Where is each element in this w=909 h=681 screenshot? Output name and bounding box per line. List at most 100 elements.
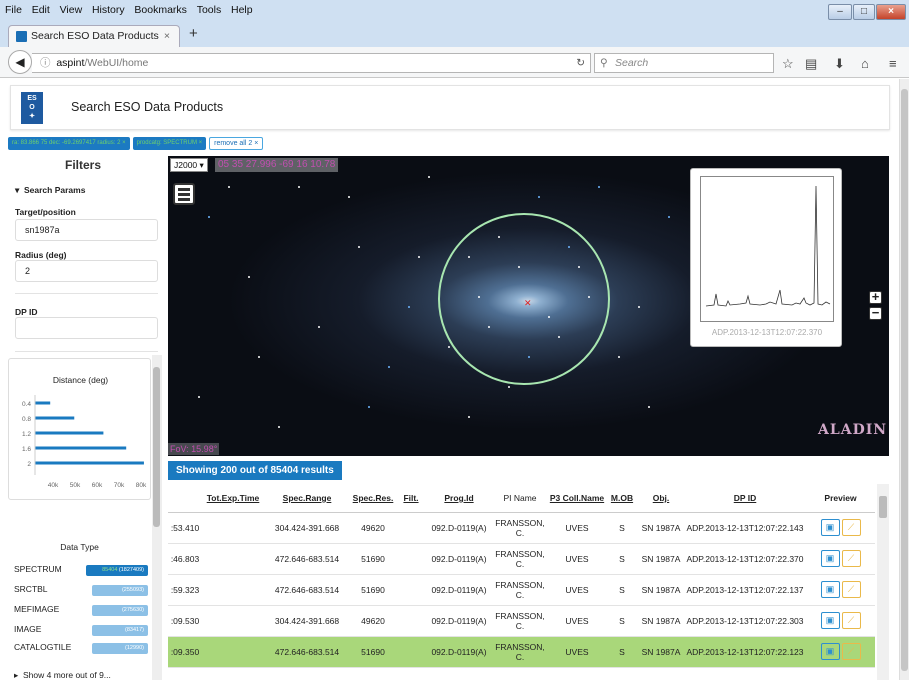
cell-obj: SN 1987A <box>638 574 684 606</box>
table-row[interactable]: :09.530 304.424-391.668 49620 092.D-0119(A)… <box>168 605 875 637</box>
data-type-title: Data Type <box>60 542 99 552</box>
browser-tab[interactable]: Search ESO Data Products × <box>8 25 180 47</box>
image-preview-icon[interactable]: ▣ <box>820 519 840 536</box>
datatype-mefimage[interactable]: MEFIMAGE (275630) <box>14 604 154 617</box>
table-row[interactable]: :46.803 472.646-683.514 51690 092.D-0119(A)… <box>168 543 875 575</box>
menu-help[interactable]: Help <box>231 0 253 20</box>
col-header-pi-name[interactable]: PI Name <box>492 484 548 513</box>
datatype-label: MEFIMAGE <box>14 604 60 614</box>
search-placeholder: Search <box>615 57 649 69</box>
menu-edit[interactable]: Edit <box>32 0 50 20</box>
search-params-toggle[interactable]: ▾ Search Params <box>15 185 85 196</box>
table-scrollbar[interactable] <box>877 484 889 680</box>
minimize-button[interactable]: – <box>828 4 852 20</box>
datatype-catalogtile[interactable]: CATALOGTILE (12990) <box>14 642 154 655</box>
col-header-filt[interactable]: Filt. <box>396 484 426 513</box>
col-header-tot-exp-time[interactable]: Tot.Exp.Time <box>202 484 264 513</box>
menu-bar: File Edit View History Bookmarks Tools H… <box>0 0 909 22</box>
hamburger-menu-icon[interactable]: ≡ <box>889 56 897 71</box>
distance-bar[interactable] <box>35 446 127 450</box>
table-row[interactable]: :09.350 472.646-683.514 51690 092.D-0119(A)… <box>168 636 875 668</box>
spectrum-preview-icon[interactable]: ⟋ <box>841 581 861 598</box>
datatype-image[interactable]: IMAGE (83417) <box>14 624 154 637</box>
target-input[interactable]: sn1987a <box>15 219 158 241</box>
menu-tools[interactable]: Tools <box>197 0 222 20</box>
url-bar[interactable]: ⓘ aspint/WebUI/home ↻ <box>32 53 591 73</box>
table-row[interactable]: :59.323 472.646-683.514 51690 092.D-0119(A)… <box>168 574 875 606</box>
image-preview-icon[interactable]: ▣ <box>820 643 840 660</box>
info-icon[interactable]: ⓘ <box>40 57 51 69</box>
tab-close-icon[interactable]: × <box>164 26 170 46</box>
aladin-sky-viewer[interactable]: J2000 ▾ 05 35 27.996 -69 16 10.78 ✕ ADP.… <box>168 156 889 456</box>
datatype-total: (1827409) <box>118 567 144 573</box>
col-header-spec-res[interactable]: Spec.Res. <box>350 484 396 513</box>
star <box>428 176 430 178</box>
image-preview-icon[interactable]: ▣ <box>820 550 840 567</box>
layers-icon[interactable] <box>173 183 195 205</box>
remove-all-filters-button[interactable]: remove all 2 × <box>209 137 264 150</box>
col-header-dp-id[interactable]: DP ID <box>684 484 806 513</box>
cell-filt <box>396 512 426 544</box>
page-scrollbar[interactable] <box>899 79 909 680</box>
image-preview-icon[interactable]: ▣ <box>820 581 840 598</box>
cell-spec-range: 472.646-683.514 <box>264 543 350 575</box>
col-header-mob[interactable]: M.OB <box>606 484 638 513</box>
app-header: ES O ✦ Search ESO Data Products <box>10 85 890 130</box>
zoom-in-button[interactable]: + <box>869 290 882 304</box>
col-header-prog-id[interactable]: Prog.Id <box>426 484 492 513</box>
cell-mob: S <box>606 512 638 544</box>
maximize-button[interactable]: □ <box>853 4 875 20</box>
menu-history[interactable]: History <box>92 0 125 20</box>
cell-obj: SN 1987A <box>638 636 684 668</box>
reading-list-icon[interactable]: ▤ <box>805 56 817 72</box>
menu-view[interactable]: View <box>60 0 83 20</box>
distance-bar[interactable] <box>35 431 104 435</box>
col-header-obj[interactable]: Obj. <box>638 484 684 513</box>
filter-chip-position[interactable]: ra: 83.866 75 dec: -69.2697417 radius: 2… <box>8 137 130 150</box>
distance-chart[interactable]: 0.4 0.8 1.2 1.6 2 40k 50k 60k 70k 80k <box>9 359 152 501</box>
star <box>318 326 320 328</box>
distance-bar[interactable] <box>35 416 75 420</box>
browser-search-input[interactable]: ⚲ Search <box>594 53 774 73</box>
distance-bar[interactable] <box>35 401 51 405</box>
zoom-out-button[interactable]: − <box>869 306 882 320</box>
page-scrollbar-thumb[interactable] <box>901 89 908 671</box>
table-row[interactable]: :53.410 304.424-391.668 49620 092.D-0119(A)… <box>168 512 875 544</box>
reload-icon[interactable]: ↻ <box>576 54 585 72</box>
filter-chip-prodcatg[interactable]: prodcatg: SPECTRUM × <box>132 137 207 150</box>
distance-bar[interactable] <box>35 461 144 465</box>
home-icon[interactable]: ⌂ <box>861 56 869 71</box>
spectrum-preview-icon[interactable]: ⟋ <box>841 643 861 660</box>
table-scrollbar-thumb[interactable] <box>879 496 887 518</box>
back-button[interactable]: ◀ <box>8 50 32 74</box>
star <box>298 186 300 188</box>
bookmark-star-icon[interactable]: ☆ <box>782 56 794 72</box>
dpid-input[interactable] <box>15 317 158 339</box>
spectrum-preview-icon[interactable]: ⟋ <box>841 550 861 567</box>
cell-dp-id: ADP.2013-12-13T12:07:22.143 <box>684 512 806 544</box>
new-tab-button[interactable]: + <box>189 25 198 42</box>
tab-title: Search ESO Data Products <box>31 30 159 42</box>
download-icon[interactable]: ⬇ <box>834 56 845 72</box>
show-more-link[interactable]: ▸ Show 4 more out of 9... <box>14 670 111 681</box>
sidebar-scrollbar-thumb[interactable] <box>153 367 160 527</box>
datatype-total: (255093) <box>92 585 148 596</box>
radius-input[interactable]: 2 <box>15 260 158 282</box>
menu-file[interactable]: File <box>5 0 22 20</box>
eso-logo: ES O ✦ <box>21 92 43 124</box>
col-header-spec-range[interactable]: Spec.Range <box>264 484 350 513</box>
menu-bookmarks[interactable]: Bookmarks <box>134 0 187 20</box>
spectrum-preview-icon[interactable]: ⟋ <box>841 612 861 629</box>
datatype-spectrum[interactable]: SPECTRUM 85404 (1827409) <box>14 564 154 577</box>
close-window-button[interactable]: × <box>876 4 906 20</box>
coord-frame-select[interactable]: J2000 ▾ <box>170 158 208 172</box>
image-preview-icon[interactable]: ▣ <box>820 612 840 629</box>
col-header-p3-coll-name[interactable]: P3 Coll.Name <box>548 484 606 513</box>
datatype-srctbl[interactable]: SRCTBL (255093) <box>14 584 154 597</box>
star <box>408 306 410 308</box>
spectrum-preview-icon[interactable]: ⟋ <box>841 519 861 536</box>
cell-release: :53.410 <box>168 512 202 544</box>
cell-obj: SN 1987A <box>638 605 684 637</box>
cell-dp-id: ADP.2013-12-13T12:07:22.137 <box>684 574 806 606</box>
col-header[interactable] <box>168 484 202 513</box>
